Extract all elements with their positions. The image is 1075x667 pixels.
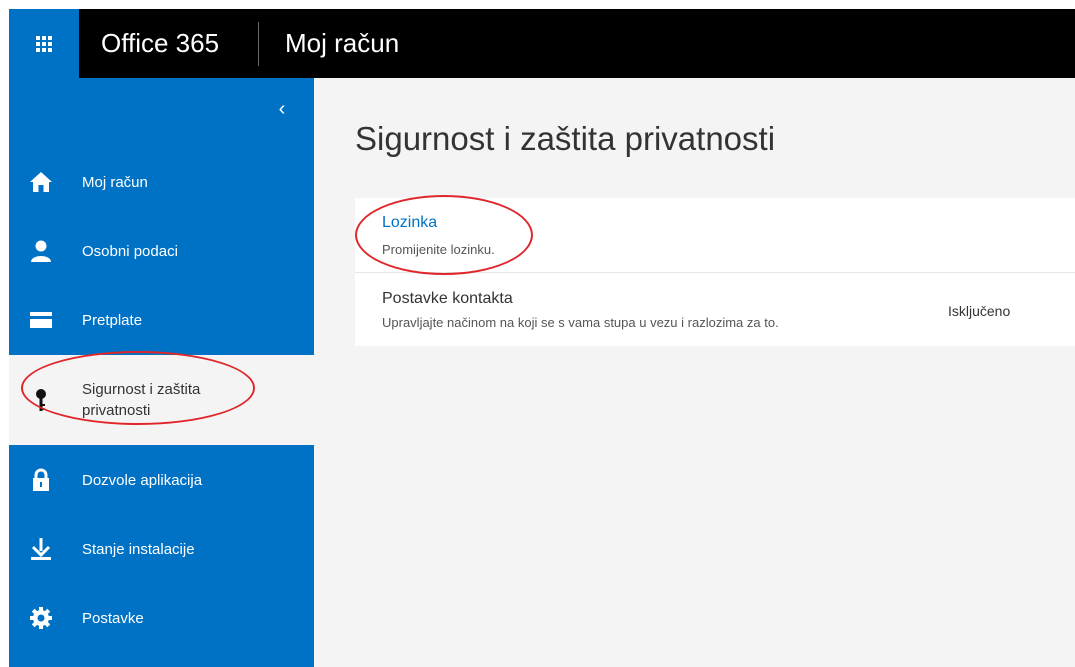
setting-row-contact-preferences[interactable]: Postavke kontakta Upravljajte načinom na… xyxy=(355,272,1075,347)
sidebar-item-subscriptions[interactable]: Pretplate xyxy=(9,286,314,354)
sidebar: ‹ Moj račun Osobni podaci Pretplate Sigu… xyxy=(9,78,314,667)
sidebar-item-security-privacy[interactable]: Sigurnost i zaštita privatnosti xyxy=(9,355,314,445)
header-divider xyxy=(258,22,259,66)
brand-link[interactable]: Office 365 xyxy=(101,9,219,78)
sidebar-item-label: Moj račun xyxy=(82,173,148,191)
setting-row-password[interactable]: Lozinka Promijenite lozinku. xyxy=(355,198,1075,272)
sidebar-item-label: Postavke xyxy=(82,609,144,627)
lock-icon xyxy=(29,468,53,492)
setting-status-value: Isključeno xyxy=(948,303,1011,319)
setting-description: Upravljajte načinom na koji se s vama st… xyxy=(382,315,779,330)
credit-card-icon xyxy=(29,308,53,332)
sidebar-item-my-account[interactable]: Moj račun xyxy=(9,148,314,216)
sidebar-item-personal-info[interactable]: Osobni podaci xyxy=(9,217,314,285)
download-icon xyxy=(29,537,53,561)
person-icon xyxy=(29,239,53,263)
app-title[interactable]: Moj račun xyxy=(285,9,399,78)
gear-icon xyxy=(29,606,53,630)
sidebar-item-label: Stanje instalacije xyxy=(82,540,195,558)
app-window: Office 365 Moj račun ‹ Moj račun Osobni … xyxy=(9,9,1075,667)
sidebar-item-label: Dozvole aplikacija xyxy=(82,471,203,489)
key-icon xyxy=(29,388,53,412)
waffle-icon xyxy=(36,35,52,52)
contact-preferences-link[interactable]: Postavke kontakta xyxy=(382,290,513,308)
home-icon xyxy=(29,170,53,194)
sidebar-item-settings[interactable]: Postavke xyxy=(9,584,314,652)
page-title: Sigurnost i zaštita privatnosti xyxy=(355,120,776,157)
app-launcher-button[interactable] xyxy=(9,9,79,78)
collapse-sidebar-button[interactable]: ‹ xyxy=(273,98,291,120)
setting-description: Promijenite lozinku. xyxy=(382,242,495,257)
password-link[interactable]: Lozinka xyxy=(382,214,437,232)
sidebar-item-label: Sigurnost i zaštita privatnosti xyxy=(82,381,201,419)
top-bar: Office 365 Moj račun xyxy=(9,9,1075,78)
sidebar-item-install-status[interactable]: Stanje instalacije xyxy=(9,515,314,583)
sidebar-item-label: Pretplate xyxy=(82,311,143,329)
sidebar-item-app-permissions[interactable]: Dozvole aplikacija xyxy=(9,446,314,514)
settings-list: Lozinka Promijenite lozinku. Postavke ko… xyxy=(355,198,1075,346)
sidebar-item-label: Osobni podaci xyxy=(82,242,178,260)
main-content: Sigurnost i zaštita privatnosti Lozinka … xyxy=(314,78,1075,667)
